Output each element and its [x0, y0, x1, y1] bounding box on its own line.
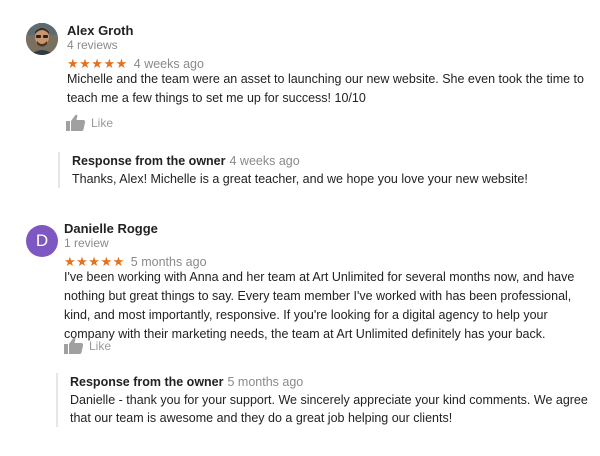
- like-label: Like: [89, 338, 112, 353]
- review-time: 4 weeks ago: [133, 57, 204, 71]
- author-name[interactable]: Danielle Rogge: [64, 221, 158, 236]
- person-photo-icon: [26, 23, 58, 55]
- author-review-count[interactable]: 1 review: [64, 236, 109, 250]
- owner-response-time: 5 months ago: [227, 375, 304, 389]
- star-rating: ★★★★★: [64, 254, 125, 269]
- owner-response-text: Danielle - thank you for your support. W…: [70, 393, 588, 425]
- owner-response: Response from the owner 5 months ago Dani…: [56, 373, 592, 427]
- owner-response-header: Response from the owner 4 weeks ago: [72, 152, 592, 170]
- owner-response-text: Thanks, Alex! Michelle is a great teache…: [72, 172, 528, 186]
- like-label: Like: [91, 115, 114, 130]
- thumbs-up-icon: [66, 114, 86, 131]
- like-button[interactable]: Like: [64, 337, 111, 354]
- review-text: I've been working with Anna and her team…: [64, 270, 575, 341]
- owner-response-header: Response from the owner 5 months ago: [70, 373, 592, 391]
- owner-response-title: Response from the owner: [72, 154, 226, 168]
- author-name[interactable]: Alex Groth: [67, 23, 133, 38]
- owner-response-title: Response from the owner: [70, 375, 224, 389]
- thumbs-up-icon: [64, 337, 84, 354]
- owner-response-time: 4 weeks ago: [229, 154, 300, 168]
- like-button[interactable]: Like: [66, 114, 113, 131]
- author-avatar-photo[interactable]: [26, 23, 58, 55]
- author-review-count[interactable]: 4 reviews: [67, 38, 118, 52]
- star-rating: ★★★★★: [67, 56, 128, 71]
- author-avatar[interactable]: D: [26, 225, 58, 257]
- review-text: Michelle and the team were an asset to l…: [67, 72, 584, 105]
- owner-response: Response from the owner 4 weeks ago Thank…: [58, 152, 592, 188]
- review-time: 5 months ago: [130, 255, 207, 269]
